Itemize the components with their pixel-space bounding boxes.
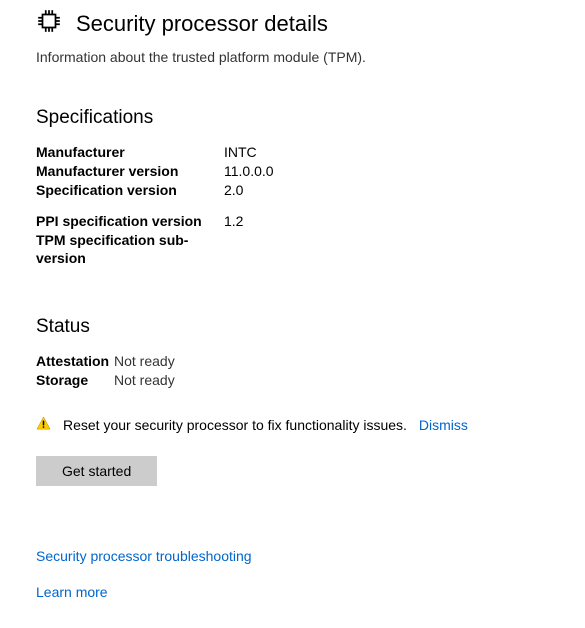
learn-more-link[interactable]: Learn more [36, 584, 549, 600]
get-started-button[interactable]: Get started [36, 456, 157, 486]
spec-value: INTC [224, 143, 257, 162]
status-heading: Status [36, 316, 549, 338]
spec-value: 1.2 [224, 212, 243, 231]
status-label: Storage [36, 371, 114, 390]
status-label: Attestation [36, 352, 114, 371]
page-title: Security processor details [76, 11, 328, 37]
spec-value: 11.0.0.0 [224, 162, 274, 181]
spec-value: 2.0 [224, 181, 243, 200]
warning-icon [36, 416, 51, 434]
spec-label: Specification version [36, 181, 224, 200]
chip-icon [36, 8, 62, 39]
status-value: Not ready [114, 371, 175, 390]
spec-label: PPI specification version [36, 212, 224, 231]
spec-label: Manufacturer [36, 143, 224, 162]
spec-label: TPM specification sub-version [36, 231, 224, 269]
troubleshooting-link[interactable]: Security processor troubleshooting [36, 548, 549, 564]
spec-label: Manufacturer version [36, 162, 224, 181]
dismiss-link[interactable]: Dismiss [419, 417, 468, 433]
specifications-heading: Specifications [36, 107, 549, 129]
status-value: Not ready [114, 352, 175, 371]
page-subtitle: Information about the trusted platform m… [36, 49, 549, 65]
alert-text: Reset your security processor to fix fun… [63, 417, 407, 433]
